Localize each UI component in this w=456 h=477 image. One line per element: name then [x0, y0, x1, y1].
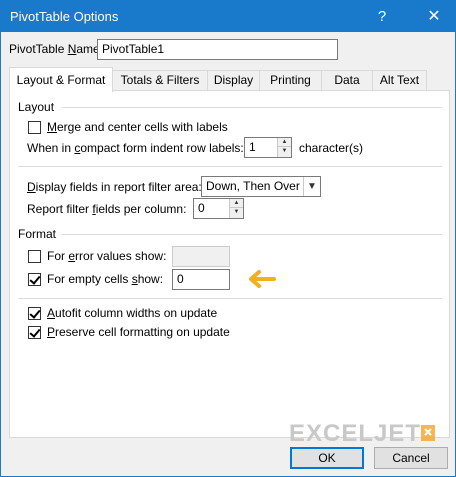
tab-printing[interactable]: Printing: [259, 70, 322, 91]
cancel-button[interactable]: Cancel: [374, 447, 448, 469]
autofit-label: Autofit column widths on update: [47, 306, 218, 320]
preserve-formatting-checkbox-row[interactable]: Preserve cell formatting on update: [28, 325, 230, 339]
spin-up-icon[interactable]: ▲: [230, 199, 243, 208]
dialog-title: PivotTable Options: [10, 9, 119, 24]
error-values-checkbox-row[interactable]: For error values show:: [28, 249, 166, 263]
tab-data[interactable]: Data: [321, 70, 373, 91]
title-bar: PivotTable Options ? ✕: [1, 1, 455, 32]
display-fields-value: Down, Then Over: [206, 179, 300, 193]
filter-fields-spinner[interactable]: 0 ▲ ▼: [193, 198, 244, 219]
svg-text:EXCELJET: EXCELJET: [289, 421, 421, 445]
pivottable-name-input[interactable]: PivotTable1: [97, 39, 338, 60]
empty-cells-checkbox-row[interactable]: For empty cells show:: [28, 272, 163, 286]
error-values-checkbox[interactable]: [28, 249, 41, 263]
indent-spin-buttons[interactable]: ▲ ▼: [277, 138, 291, 157]
indent-spinner[interactable]: 1 ▲ ▼: [244, 137, 292, 158]
merge-center-label: Merge and center cells with labels: [47, 120, 228, 134]
layout-group-title: Layout: [18, 100, 55, 114]
ok-button[interactable]: OK: [290, 447, 364, 469]
empty-cells-input[interactable]: 0: [172, 269, 230, 290]
indent-unit-label: character(s): [299, 141, 364, 155]
display-fields-select[interactable]: Down, Then Over ▼: [201, 176, 321, 197]
empty-cells-checkbox[interactable]: [28, 272, 41, 286]
autofit-checkbox[interactable]: [28, 306, 41, 320]
error-values-label: For error values show:: [47, 249, 167, 263]
error-values-input[interactable]: [172, 246, 230, 267]
tab-layout-format[interactable]: Layout & Format: [9, 67, 113, 92]
filter-fields-spin-buttons[interactable]: ▲ ▼: [229, 199, 243, 218]
spin-down-icon[interactable]: ▼: [278, 147, 291, 156]
layout-format-panel: Layout Merge and center cells with label…: [9, 90, 450, 438]
preserve-formatting-checkbox[interactable]: [28, 325, 41, 339]
format-group-line: [62, 234, 442, 235]
spin-down-icon[interactable]: ▼: [230, 208, 243, 217]
layout-separator: [18, 166, 442, 167]
arrow-left-icon: [249, 270, 276, 288]
exceljet-logo: EXCELJET: [289, 421, 435, 445]
indent-label: When in compact form indent row labels:: [27, 141, 244, 155]
close-button[interactable]: ✕: [413, 1, 455, 32]
layout-group-line: [62, 107, 442, 108]
filter-fields-label: Report filter fields per column:: [27, 202, 187, 216]
preserve-formatting-label: Preserve cell formatting on update: [47, 325, 230, 339]
merge-center-checkbox[interactable]: [28, 120, 41, 134]
merge-center-checkbox-row[interactable]: Merge and center cells with labels: [28, 120, 228, 134]
format-group-title: Format: [18, 227, 57, 241]
tab-totals-filters[interactable]: Totals & Filters: [112, 70, 208, 91]
tab-alt-text[interactable]: Alt Text: [372, 70, 427, 91]
pivottable-options-dialog: PivotTable Options ? ✕ PivotTable Name: …: [0, 0, 456, 477]
filter-fields-value: 0: [198, 201, 205, 215]
pivottable-name-label: PivotTable Name:: [9, 42, 104, 56]
tab-display[interactable]: Display: [207, 70, 260, 91]
chevron-down-icon[interactable]: ▼: [303, 177, 320, 196]
indent-value: 1: [249, 140, 256, 154]
help-button[interactable]: ?: [361, 1, 403, 32]
autofit-checkbox-row[interactable]: Autofit column widths on update: [28, 306, 217, 320]
empty-cells-label: For empty cells show:: [47, 272, 164, 286]
spin-up-icon[interactable]: ▲: [278, 138, 291, 147]
display-fields-label: Display fields in report filter area:: [27, 180, 202, 194]
format-separator: [18, 298, 442, 299]
